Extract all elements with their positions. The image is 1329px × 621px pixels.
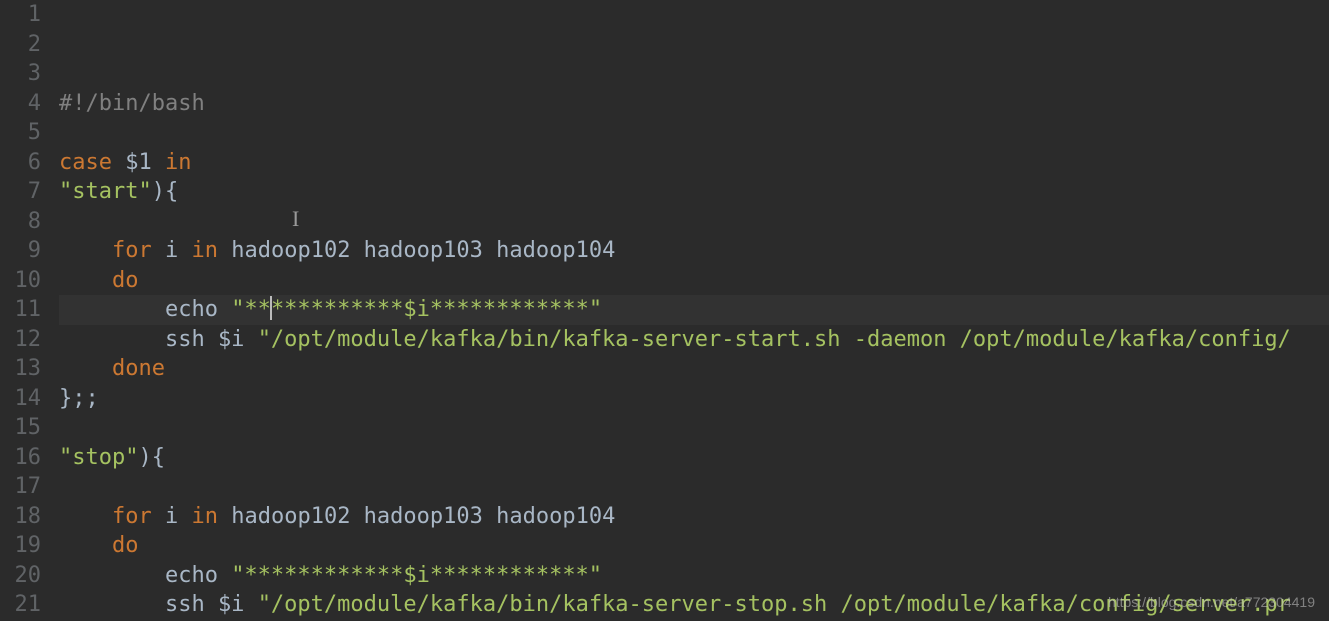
line-number: 19 — [0, 531, 41, 561]
line-number: 21 — [0, 590, 41, 620]
code-line[interactable]: #!/bin/bash — [59, 89, 1329, 119]
code-token — [59, 356, 112, 381]
code-token: "************$i************" — [231, 563, 602, 588]
code-token: hadoop102 hadoop103 hadoop104 — [218, 504, 615, 529]
line-number: 17 — [0, 472, 41, 502]
code-line[interactable]: "start"){ — [59, 177, 1329, 207]
line-number: 11 — [0, 295, 41, 325]
code-token — [59, 238, 112, 263]
code-token: ssh $i — [59, 327, 258, 352]
line-number: 1 — [0, 0, 41, 30]
code-line[interactable]: do — [59, 531, 1329, 561]
line-number: 2 — [0, 30, 41, 60]
code-token: hadoop102 hadoop103 hadoop104 — [218, 238, 615, 263]
code-token: "** — [231, 297, 271, 322]
code-token: ssh $i — [59, 592, 258, 617]
line-number: 6 — [0, 148, 41, 178]
line-number: 7 — [0, 177, 41, 207]
code-line[interactable]: echo "************$i************" — [59, 561, 1329, 591]
code-token: do — [112, 268, 139, 293]
line-number: 3 — [0, 59, 41, 89]
code-line[interactable]: "stop"){ — [59, 443, 1329, 473]
watermark-text: https://blog.csdn.net/a772304419 — [1108, 595, 1315, 609]
code-token: for — [112, 238, 152, 263]
code-line[interactable]: done — [59, 354, 1329, 384]
code-token: in — [191, 238, 218, 263]
code-line[interactable] — [59, 472, 1329, 502]
code-token: };; — [59, 386, 99, 411]
code-line[interactable]: echo "************$i************" — [59, 295, 1329, 325]
line-number: 12 — [0, 325, 41, 355]
line-number: 20 — [0, 561, 41, 591]
code-token — [59, 504, 112, 529]
line-number-gutter: 123456789101112131415161718192021 — [0, 0, 55, 621]
code-token: do — [112, 533, 139, 558]
code-token: for — [112, 504, 152, 529]
code-token — [59, 268, 112, 293]
code-line[interactable]: do — [59, 266, 1329, 296]
code-token: #!/bin/bash — [59, 91, 205, 116]
code-line[interactable]: };; — [59, 384, 1329, 414]
code-token: case — [59, 150, 112, 175]
code-token: done — [112, 356, 165, 381]
code-line[interactable] — [59, 118, 1329, 148]
code-token: "stop" — [59, 445, 138, 470]
code-token: ){ — [138, 445, 165, 470]
code-area[interactable]: I #!/bin/bashcase $1 in"start"){ for i i… — [55, 0, 1329, 621]
line-number: 14 — [0, 384, 41, 414]
line-number: 18 — [0, 502, 41, 532]
code-token: echo — [59, 563, 231, 588]
code-token: i — [152, 504, 192, 529]
code-line[interactable]: case $1 in — [59, 148, 1329, 178]
line-number: 5 — [0, 118, 41, 148]
code-line[interactable]: for i in hadoop102 hadoop103 hadoop104 — [59, 502, 1329, 532]
line-number: 16 — [0, 443, 41, 473]
line-number: 4 — [0, 89, 41, 119]
code-token: "/opt/module/kafka/bin/kafka-server-star… — [258, 327, 1291, 352]
code-token: ){ — [152, 179, 179, 204]
code-token — [59, 533, 112, 558]
code-token: in — [191, 504, 218, 529]
code-line[interactable] — [59, 413, 1329, 443]
code-editor[interactable]: 123456789101112131415161718192021 I #!/b… — [0, 0, 1329, 621]
line-number: 10 — [0, 266, 41, 296]
line-number: 8 — [0, 207, 41, 237]
code-token: **********$i************" — [271, 297, 602, 322]
code-line[interactable]: for i in hadoop102 hadoop103 hadoop104 — [59, 236, 1329, 266]
code-token: in — [165, 150, 192, 175]
code-line[interactable] — [59, 207, 1329, 237]
code-line[interactable]: ssh $i "/opt/module/kafka/bin/kafka-serv… — [59, 325, 1329, 355]
code-token: i — [152, 238, 192, 263]
line-number: 13 — [0, 354, 41, 384]
code-token: echo — [59, 297, 231, 322]
line-number: 15 — [0, 413, 41, 443]
line-number: 9 — [0, 236, 41, 266]
code-token: $1 — [112, 150, 165, 175]
code-token: "start" — [59, 179, 152, 204]
